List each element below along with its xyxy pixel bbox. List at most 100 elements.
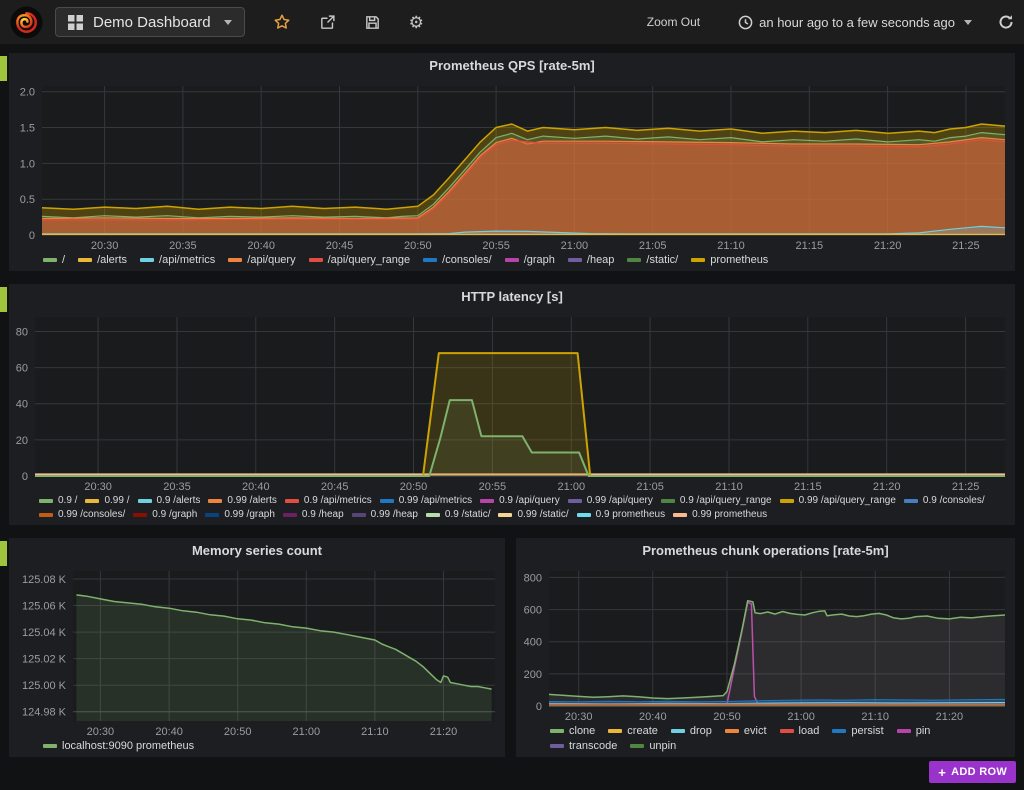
panel-prometheus-qps: Prometheus QPS [rate-5m] 20:3020:3520:40… [9,53,1015,271]
save-button[interactable] [364,14,381,31]
legend-item[interactable]: clone [550,725,595,737]
legend-item[interactable]: /api/metrics [140,254,215,266]
svg-text:80: 80 [16,327,28,339]
svg-text:200: 200 [524,669,542,681]
chart-chunk-operations[interactable]: 20:3020:4020:5021:0021:1021:200200400600… [516,563,1015,724]
chart-prometheus-qps[interactable]: 20:3020:3520:4020:4520:5020:5521:0021:05… [9,78,1015,253]
refresh-icon [998,14,1014,30]
legend-item[interactable]: 0.99 / [85,495,129,506]
legend-label: 0.9 /static/ [445,509,491,520]
zoom-out-button[interactable]: Zoom Out [641,14,706,30]
legend-item[interactable]: 0.99 /api/query [568,495,653,506]
row-collapse-tab[interactable] [0,287,7,312]
legend-swatch [780,499,794,503]
legend-item[interactable]: 0.9 /api/query_range [661,495,772,506]
legend-item[interactable]: 0.9 /heap [283,509,344,520]
svg-text:21:00: 21:00 [787,711,815,723]
svg-text:125.02 K: 125.02 K [22,654,67,666]
chart-memory-series[interactable]: 20:3020:4020:5021:0021:1021:20124.98 K12… [9,563,505,739]
legend-item[interactable]: 0.99 prometheus [673,509,767,520]
legend-item[interactable]: /heap [568,254,615,266]
legend-label: 0.99 /consoles/ [58,509,125,520]
row-collapse-tab[interactable] [0,541,7,566]
row-memory-chunks: Memory series count 20:3020:4020:5021:00… [9,538,1015,757]
legend-swatch [85,499,99,503]
legend-item[interactable]: 0.99 /api/metrics [380,495,472,506]
legend-item[interactable]: persist [832,725,883,737]
grafana-logo-icon[interactable] [10,6,43,39]
legend-item[interactable]: 0.9 /api/metrics [285,495,372,506]
panel-chunk-operations: Prometheus chunk operations [rate-5m] 20… [516,538,1015,757]
legend-item[interactable]: / [43,254,65,266]
legend-item[interactable]: /api/query_range [309,254,411,266]
legend-swatch [426,513,440,517]
legend-item[interactable]: /alerts [78,254,127,266]
legend-item[interactable]: pin [897,725,931,737]
legend-item[interactable]: create [608,725,658,737]
legend-item[interactable]: 0.99 /consoles/ [39,509,125,520]
legend-item[interactable]: evict [725,725,767,737]
legend-item[interactable]: prometheus [691,254,768,266]
legend-item[interactable]: load [780,725,820,737]
panel-title[interactable]: Prometheus QPS [rate-5m] [9,53,1015,78]
legend-item[interactable]: unpin [630,740,676,752]
settings-button[interactable]: ⚙ [409,14,424,31]
svg-text:20:50: 20:50 [713,711,741,723]
panel-title[interactable]: HTTP latency [s] [9,284,1015,309]
legend-item[interactable]: 0.9 prometheus [577,509,666,520]
legend-item[interactable]: 0.9 /graph [133,509,197,520]
legend-item[interactable]: /consoles/ [423,254,492,266]
svg-text:21:10: 21:10 [361,726,389,738]
legend-label: create [627,725,658,737]
svg-text:21:00: 21:00 [293,726,321,738]
caret-down-icon [224,20,232,25]
legend-item[interactable]: 0.99 /static/ [498,509,568,520]
legend-item[interactable]: localhost:9090 prometheus [43,740,194,752]
time-picker-button[interactable]: an hour ago to a few seconds ago [732,14,978,31]
legend-label: /api/metrics [159,254,215,266]
panel-title[interactable]: Memory series count [9,538,505,563]
legend-item[interactable]: 0.99 /heap [352,509,418,520]
legend-item[interactable]: 0.9 / [39,495,77,506]
legend-item[interactable]: 0.99 /graph [205,509,275,520]
svg-text:20:45: 20:45 [326,240,354,252]
legend-label: pin [916,725,931,737]
legend-item[interactable]: 0.99 /api/query_range [780,495,896,506]
legend-label: prometheus [710,254,768,266]
legend-swatch [380,499,394,503]
dashboard-picker[interactable]: Demo Dashboard [55,7,245,37]
panel-title[interactable]: Prometheus chunk operations [rate-5m] [516,538,1015,563]
legend-item[interactable]: /graph [505,254,555,266]
row-collapse-tab[interactable] [0,56,7,81]
chart-http-latency[interactable]: 20:3020:3520:4020:4520:5020:5521:0021:05… [9,309,1015,494]
legend-swatch [832,729,846,733]
refresh-button[interactable] [998,14,1014,30]
legend-swatch [283,513,297,517]
gear-icon: ⚙ [409,14,424,31]
legend-label: localhost:9090 prometheus [62,740,194,752]
legend-label: /graph [524,254,555,266]
legend-swatch [78,258,92,262]
legend-item[interactable]: 0.9 /alerts [138,495,201,506]
dashboard-title: Demo Dashboard [93,14,211,31]
add-row-button[interactable]: + ADD ROW [929,761,1016,783]
svg-text:0: 0 [536,701,542,713]
legend-item[interactable]: /api/query [228,254,295,266]
legend-item[interactable]: 0.9 /consoles/ [904,495,985,506]
legend-item[interactable]: /static/ [627,254,678,266]
legend-label: transcode [569,740,617,752]
star-button[interactable] [273,13,291,31]
legend-item[interactable]: 0.99 /alerts [208,495,276,506]
chart-svg: 20:3020:4020:5021:0021:1021:200200400600… [516,563,1015,724]
svg-text:20:30: 20:30 [84,481,112,493]
legend-item[interactable]: transcode [550,740,617,752]
svg-text:800: 800 [524,572,542,584]
legend-item[interactable]: drop [671,725,712,737]
legend-item[interactable]: 0.9 /static/ [426,509,491,520]
legend-item[interactable]: 0.9 /api/query [480,495,560,506]
svg-text:21:00: 21:00 [561,240,589,252]
legend-swatch [691,258,705,262]
svg-text:20: 20 [16,435,28,447]
share-button[interactable] [319,14,336,31]
svg-text:21:10: 21:10 [715,481,743,493]
